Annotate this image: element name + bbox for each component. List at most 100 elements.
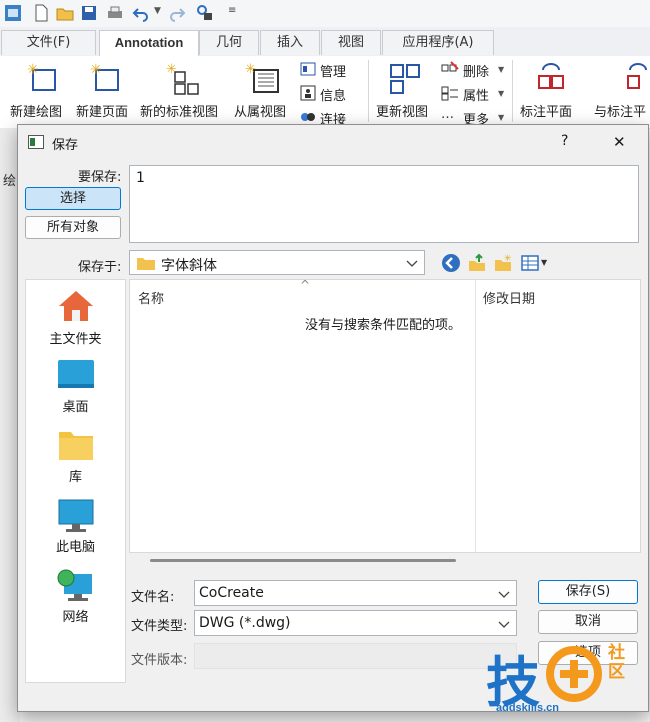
column-name[interactable]: 名称: [138, 288, 164, 307]
version-label: 文件版本:: [131, 653, 188, 668]
column-date-modified[interactable]: 修改日期: [483, 288, 535, 307]
manage-icon: [300, 62, 316, 76]
to-save-field[interactable]: 1: [129, 165, 639, 243]
ribbon-separator: [368, 60, 369, 122]
update-view-icon[interactable]: [388, 62, 422, 96]
save-in-label: 保存于:: [78, 260, 122, 275]
link-icon: [301, 113, 315, 121]
with-annotation-button[interactable]: 与标注平: [594, 101, 646, 120]
watermark-logo: 技 社区 addskills.cn: [486, 640, 646, 720]
save-button[interactable]: 保存(S): [538, 580, 638, 604]
watermark-url: addskills.cn: [496, 702, 559, 714]
filename-value: CoCreate: [199, 585, 264, 601]
filetype-select[interactable]: DWG (*.dwg): [194, 610, 517, 636]
svg-text:✳: ✳: [27, 62, 39, 78]
save-in-value: 字体斜体: [161, 258, 217, 274]
svg-text:✳: ✳: [504, 254, 512, 264]
place-network-label: 网络: [62, 610, 89, 625]
new-page-button[interactable]: 新建页面: [76, 101, 128, 120]
chevron-down-icon: [406, 260, 418, 267]
library-folder-icon: [58, 432, 93, 460]
new-drawing-icon[interactable]: ✳: [25, 62, 59, 94]
place-network[interactable]: 网络: [26, 568, 125, 625]
up-folder-icon[interactable]: [467, 253, 487, 273]
tab-insert[interactable]: 插入: [260, 30, 320, 55]
view-menu-icon[interactable]: [520, 253, 540, 273]
save-in-select[interactable]: 字体斜体: [129, 250, 425, 275]
annotation-plane-icon[interactable]: [533, 62, 569, 96]
property-button[interactable]: 属性: [463, 85, 489, 104]
delete-dropdown-icon[interactable]: ▼: [498, 65, 504, 74]
tab-annotation[interactable]: Annotation: [99, 30, 199, 57]
back-icon[interactable]: [441, 253, 461, 273]
place-home[interactable]: 主文件夹: [26, 288, 125, 347]
delete-button[interactable]: 删除: [463, 61, 489, 80]
help-button[interactable]: ?: [561, 133, 568, 149]
new-standard-view-button[interactable]: 新的标准视图: [140, 101, 218, 120]
select-button[interactable]: 选择: [25, 187, 121, 210]
close-button[interactable]: ✕: [613, 133, 626, 151]
plus-circle-icon: [546, 646, 602, 702]
view-dropdown-icon[interactable]: ▼: [541, 258, 547, 267]
more-dropdown-icon[interactable]: ▼: [498, 113, 504, 122]
print-icon[interactable]: [106, 4, 124, 22]
save-icon[interactable]: [80, 4, 98, 22]
more-icon: …: [441, 107, 454, 122]
new-file-icon[interactable]: [32, 4, 50, 22]
place-desktop[interactable]: 桌面: [26, 358, 125, 415]
filetype-label: 文件类型:: [131, 619, 188, 634]
update-view-button[interactable]: 更新视图: [376, 101, 428, 120]
new-page-icon[interactable]: ✳: [88, 62, 122, 94]
sub-view-button[interactable]: 从属视图: [234, 101, 286, 120]
tab-view[interactable]: 视图: [321, 30, 381, 55]
place-library[interactable]: 库: [26, 428, 125, 485]
place-this-pc[interactable]: 此电脑: [26, 498, 125, 555]
empty-message: 没有与搜索条件匹配的项。: [305, 318, 462, 333]
cancel-button[interactable]: 取消: [538, 610, 638, 634]
tab-applications[interactable]: 应用程序(A): [382, 30, 494, 55]
open-folder-icon[interactable]: [56, 4, 74, 22]
sort-ascending-icon: ^: [300, 278, 311, 292]
with-annotation-icon[interactable]: [622, 62, 650, 96]
to-save-label: 要保存:: [78, 170, 122, 185]
filename-label: 文件名:: [131, 590, 175, 605]
sub-view-icon[interactable]: ✳: [244, 62, 282, 96]
side-panel-label: 绘: [3, 174, 17, 189]
home-icon: [58, 291, 93, 321]
new-drawing-button[interactable]: 新建绘图: [10, 101, 62, 120]
place-this-pc-label: 此电脑: [55, 540, 95, 555]
svg-text:✳: ✳: [90, 62, 102, 78]
redo-icon[interactable]: [168, 4, 186, 22]
manage-button[interactable]: 管理: [320, 61, 346, 80]
column-divider[interactable]: [475, 280, 476, 552]
chevron-down-icon: [498, 591, 510, 598]
undo-icon[interactable]: [132, 4, 150, 22]
places-bar: 主文件夹 桌面 库 此电脑 网络: [25, 279, 126, 683]
version-select[interactable]: [194, 643, 517, 669]
ribbon-separator: [512, 60, 513, 122]
horizontal-scrollbar[interactable]: [150, 559, 456, 562]
filename-field[interactable]: CoCreate: [194, 580, 517, 606]
customize-icon[interactable]: ≡: [228, 5, 236, 16]
svg-text:✳: ✳: [166, 62, 177, 77]
tab-file[interactable]: 文件(F): [1, 30, 96, 55]
svg-text:✳: ✳: [245, 62, 256, 77]
dropdown-icon[interactable]: ▼: [154, 6, 161, 16]
app-icon[interactable]: [4, 4, 22, 22]
place-home-label: 主文件夹: [49, 332, 102, 347]
property-icon: [441, 86, 458, 101]
folder-icon: [137, 258, 155, 270]
info-button[interactable]: 信息: [320, 85, 346, 104]
new-folder-icon[interactable]: ✳: [493, 253, 513, 273]
property-dropdown-icon[interactable]: ▼: [498, 89, 504, 98]
delete-icon: [441, 61, 459, 72]
new-standard-view-icon[interactable]: ✳: [165, 62, 205, 96]
ribbon-tabs: 文件(F) Annotation 几何 插入 视图 应用程序(A): [0, 27, 650, 57]
desktop-icon: [57, 360, 94, 388]
tab-geometry[interactable]: 几何: [199, 30, 259, 55]
all-objects-button[interactable]: 所有对象: [25, 216, 121, 239]
annotation-plane-button[interactable]: 标注平面: [520, 101, 572, 120]
file-list[interactable]: ^ 名称 修改日期 没有与搜索条件匹配的项。: [129, 278, 641, 562]
info-icon: [300, 85, 316, 101]
tools-icon[interactable]: [196, 4, 214, 22]
